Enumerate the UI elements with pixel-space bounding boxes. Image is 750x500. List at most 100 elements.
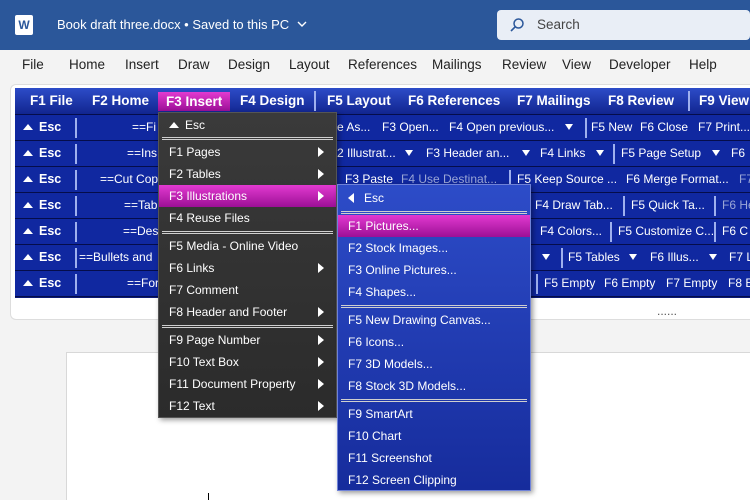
tab-layout[interactable]: F5 Layout xyxy=(327,93,391,108)
customize-colors-button[interactable]: F5 Customize C... xyxy=(618,224,714,238)
tab-separator xyxy=(314,91,316,111)
menu-view[interactable]: View xyxy=(562,57,591,72)
f6-c-button[interactable]: F6 C xyxy=(722,224,748,238)
print-button[interactable]: F7 Print... xyxy=(698,120,750,134)
menu-esc-item[interactable]: Esc xyxy=(159,114,336,136)
menu-item-links[interactable]: F6 Links xyxy=(159,257,336,279)
esc-button[interactable]: Esc xyxy=(23,250,61,264)
menu-item-header-footer[interactable]: F8 Header and Footer xyxy=(159,301,336,323)
menu-file[interactable]: File xyxy=(22,57,44,72)
page-setup-button[interactable]: F5 Page Setup xyxy=(621,146,701,160)
tab-file[interactable]: F1 File xyxy=(30,93,73,108)
menu-layout[interactable]: Layout xyxy=(289,57,330,72)
menu-item-text[interactable]: F12 Text xyxy=(159,395,336,417)
f7-empty-button[interactable]: F7 Empty xyxy=(666,276,717,290)
menu-help[interactable]: Help xyxy=(689,57,717,72)
menu-item-comment[interactable]: F7 Comment xyxy=(159,279,336,301)
header-and-footer-button[interactable]: F3 Header an... xyxy=(426,146,509,160)
menu-draw[interactable]: Draw xyxy=(178,57,210,72)
tab-insert[interactable]: F3 Insert xyxy=(158,92,231,111)
row-separator xyxy=(75,144,77,164)
tables-button[interactable]: F5 Tables xyxy=(568,250,620,264)
dropdown-arrow-icon[interactable] xyxy=(709,254,717,260)
submenu-item-new-drawing-canvas[interactable]: F5 New Drawing Canvas... xyxy=(338,309,530,331)
save-as-button[interactable]: e As... xyxy=(337,120,370,134)
submenu-item-online-pictures[interactable]: F3 Online Pictures... xyxy=(338,259,530,281)
dropdown-arrow-icon[interactable] xyxy=(405,150,413,156)
submenu-item-stock-images[interactable]: F2 Stock Images... xyxy=(338,237,530,259)
menu-developer[interactable]: Developer xyxy=(609,57,671,72)
dropdown-arrow-icon[interactable] xyxy=(565,124,573,130)
document-title[interactable]: Book draft three.docx • Saved to this PC xyxy=(57,17,307,32)
links-button[interactable]: F4 Links xyxy=(540,146,585,160)
submenu-item-3d-models[interactable]: F7 3D Models... xyxy=(338,353,530,375)
open-previous-button[interactable]: F4 Open previous... xyxy=(449,120,554,134)
menu-insert[interactable]: Insert xyxy=(125,57,159,72)
dropdown-arrow-icon[interactable] xyxy=(712,150,720,156)
dropdown-arrow-icon[interactable] xyxy=(542,254,550,260)
illustrations-button[interactable]: F6 Illus... xyxy=(650,250,699,264)
submenu-item-pictures[interactable]: F1 Pictures... xyxy=(338,215,530,237)
menu-references[interactable]: References xyxy=(348,57,417,72)
f7-button[interactable]: F7 xyxy=(739,172,750,186)
dropdown-arrow-icon[interactable] xyxy=(629,254,637,260)
close-button[interactable]: F6 Close xyxy=(640,120,688,134)
f6-empty-button[interactable]: F6 Empty xyxy=(604,276,655,290)
tab-design[interactable]: F4 Design xyxy=(240,93,305,108)
f7-l-button[interactable]: F7 L xyxy=(729,250,750,264)
tab-review[interactable]: F8 Review xyxy=(608,93,674,108)
menu-item-label: F2 Tables xyxy=(169,167,221,181)
tab-view[interactable]: F9 View xyxy=(699,93,749,108)
illustrations-button[interactable]: 2 Illustrat... xyxy=(337,146,396,160)
menu-item-label: F1 Pages xyxy=(169,145,221,159)
menu-item-tables[interactable]: F2 Tables xyxy=(159,163,336,185)
submenu-item-icons[interactable]: F6 Icons... xyxy=(338,331,530,353)
menu-separator xyxy=(341,399,527,402)
tab-references[interactable]: F6 References xyxy=(408,93,500,108)
menu-item-text-box[interactable]: F10 Text Box xyxy=(159,351,336,373)
esc-label: Esc xyxy=(39,250,62,264)
submenu-item-screen-clipping[interactable]: F12 Screen Clipping xyxy=(338,469,530,491)
draw-table-button[interactable]: F4 Draw Tab... xyxy=(535,198,613,212)
menu-item-media[interactable]: F5 Media - Online Video xyxy=(159,235,336,257)
submenu-item-smartart[interactable]: F9 SmartArt xyxy=(338,403,530,425)
merge-format-button[interactable]: F6 Merge Format... xyxy=(626,172,729,186)
submenu-esc-item[interactable]: Esc xyxy=(338,187,530,209)
menu-item-reuse-files[interactable]: F4 Reuse Files xyxy=(159,207,336,229)
menu-review[interactable]: Review xyxy=(502,57,546,72)
f8-empty-button[interactable]: F8 E xyxy=(728,276,750,290)
menu-item-page-number[interactable]: F9 Page Number xyxy=(159,329,336,351)
menu-item-label: F10 Text Box xyxy=(169,355,239,369)
search-box[interactable]: Search xyxy=(497,10,750,40)
submenu-item-chart[interactable]: F10 Chart xyxy=(338,425,530,447)
esc-button[interactable]: Esc xyxy=(23,120,61,134)
tab-home[interactable]: F2 Home xyxy=(92,93,149,108)
colors-button[interactable]: F4 Colors... xyxy=(540,224,602,238)
esc-button[interactable]: Esc xyxy=(23,146,61,160)
submenu-item-shapes[interactable]: F4 Shapes... xyxy=(338,281,530,303)
keep-source-button[interactable]: F5 Keep Source ... xyxy=(517,172,617,186)
row-separator xyxy=(75,118,77,138)
esc-button[interactable]: Esc xyxy=(23,172,61,186)
menu-mailings[interactable]: Mailings xyxy=(432,57,482,72)
menu-item-document-property[interactable]: F11 Document Property xyxy=(159,373,336,395)
dropdown-arrow-icon[interactable] xyxy=(596,150,604,156)
tab-mailings[interactable]: F7 Mailings xyxy=(517,93,591,108)
f5-empty-button[interactable]: F5 Empty xyxy=(544,276,595,290)
new-button[interactable]: F5 New xyxy=(591,120,632,134)
dropdown-arrow-icon[interactable] xyxy=(522,150,530,156)
esc-button[interactable]: Esc xyxy=(23,198,61,212)
esc-button[interactable]: Esc xyxy=(23,224,61,238)
menu-item-pages[interactable]: F1 Pages xyxy=(159,141,336,163)
quick-tables-button[interactable]: F5 Quick Ta... xyxy=(631,198,705,212)
open-button[interactable]: F3 Open... xyxy=(382,120,439,134)
f6-header-button[interactable]: F6 Hea xyxy=(722,198,750,212)
row-separator xyxy=(623,196,625,216)
submenu-item-screenshot[interactable]: F11 Screenshot xyxy=(338,447,530,469)
menu-design[interactable]: Design xyxy=(228,57,270,72)
submenu-item-stock-3d-models[interactable]: F8 Stock 3D Models... xyxy=(338,375,530,397)
f6-button[interactable]: F6 xyxy=(731,146,745,160)
menu-item-illustrations[interactable]: F3 Illustrations xyxy=(159,185,336,207)
menu-home[interactable]: Home xyxy=(69,57,105,72)
esc-button[interactable]: Esc xyxy=(23,276,61,290)
